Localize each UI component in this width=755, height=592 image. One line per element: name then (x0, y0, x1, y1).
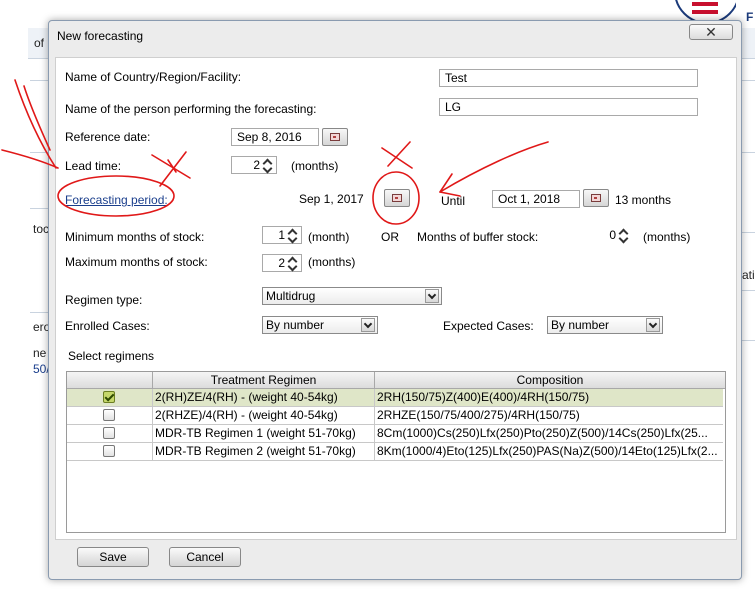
forecast-form: Name of Country/Region/Facility: Test Na… (55, 57, 737, 345)
select-regimens-title: Select regimens (68, 349, 155, 363)
stepper-arrows-icon[interactable] (287, 255, 299, 271)
regimen-type-label: Regimen type: (65, 293, 143, 307)
new-forecasting-dialog: New forecasting ✕ Name of Country/Region… (48, 20, 742, 580)
until-label: Until (441, 194, 466, 208)
max-stock-unit: (months) (308, 255, 356, 269)
stepper-arrows-icon[interactable] (287, 227, 299, 243)
period-end-calendar-button[interactable] (583, 189, 609, 207)
regimen-composition: 8Cm(1000)Cs(250)Lfx(250)Pto(250)Z(500)/1… (377, 426, 708, 440)
regimen-name: MDR-TB Regimen 2 (weight 51-70kg) (153, 443, 375, 460)
close-button[interactable]: ✕ (689, 24, 733, 40)
period-end-field[interactable]: Oct 1, 2018 (492, 190, 580, 208)
regimens-table: Treatment Regimen Composition 2(RH)ZE/4(… (66, 371, 726, 533)
calendar-icon (591, 194, 601, 202)
calendar-icon (392, 194, 402, 202)
reference-date-field[interactable]: Sep 8, 2016 (231, 128, 319, 146)
min-stock-value: 1 (278, 228, 285, 242)
enrolled-cases-select[interactable]: By number (262, 316, 378, 334)
regimen-checkbox[interactable] (103, 409, 115, 421)
expected-cases-label: Expected Cases: (443, 319, 534, 333)
treatment-regimen-header[interactable]: Treatment Regimen (153, 372, 375, 389)
enrolled-cases-label: Enrolled Cases: (65, 319, 150, 333)
table-row[interactable]: MDR-TB Regimen 2 (weight 51-70kg) 8Km(10… (67, 443, 723, 461)
regimen-composition: 2RHZE(150/75/400/275)/4RH(150/75) (377, 408, 580, 422)
or-label: OR (381, 230, 399, 244)
period-start-calendar-button[interactable] (384, 189, 410, 207)
buffer-stock-unit: (months) (643, 230, 691, 244)
period-months-label: 13 months (615, 193, 672, 207)
max-stock-stepper[interactable]: 2 (262, 254, 302, 272)
calendar-icon (330, 133, 340, 141)
expected-cases-select[interactable]: By number (547, 316, 663, 334)
period-start-field[interactable]: Sep 1, 2017 (293, 190, 373, 208)
seal-logo (674, 0, 736, 20)
regimen-checkbox[interactable] (103, 391, 115, 403)
lead-time-unit: (months) (291, 159, 339, 173)
regimen-name: 2(RHZE)/4(RH) - (weight 40-54kg) (153, 407, 375, 424)
lead-time-label: Lead time: (65, 159, 122, 173)
forecasting-period-link[interactable]: Forecasting period: (65, 193, 168, 207)
save-button[interactable]: Save (77, 547, 149, 567)
max-stock-value: 2 (278, 256, 285, 270)
table-row[interactable]: MDR-TB Regimen 1 (weight 51-70kg) 8Cm(10… (67, 425, 723, 443)
background-text: of (34, 36, 45, 50)
person-field[interactable]: LG (439, 98, 698, 116)
lead-time-stepper[interactable]: 2 (231, 156, 277, 174)
cancel-button[interactable]: Cancel (169, 547, 241, 567)
expected-cases-value: By number (551, 318, 610, 332)
background-text: ne (33, 346, 47, 360)
dialog-titlebar[interactable]: New forecasting ✕ (49, 21, 741, 49)
reference-date-calendar-button[interactable] (322, 128, 348, 146)
buffer-stock-value: 0 (609, 228, 616, 242)
lead-time-value: 2 (253, 158, 260, 172)
country-label: Name of Country/Region/Facility: (65, 70, 242, 84)
regimen-checkbox[interactable] (103, 445, 115, 457)
stepper-arrows-icon[interactable] (618, 227, 630, 243)
checkbox-column-header[interactable] (67, 372, 153, 389)
background-text: F (746, 10, 754, 24)
regimen-composition: 8Km(1000/4)Eto(125)Lfx(250)PAS(Na)Z(500)… (377, 444, 718, 458)
regimen-type-select[interactable]: Multidrug (262, 287, 442, 305)
composition-header[interactable]: Composition (375, 372, 725, 389)
background-text: toc (33, 222, 50, 236)
country-field[interactable]: Test (439, 69, 698, 87)
background-text: ati (742, 268, 755, 282)
buffer-stock-label: Months of buffer stock: (417, 230, 539, 244)
chevron-down-icon (361, 318, 375, 332)
regimen-type-value: Multidrug (266, 289, 316, 303)
reference-date-label: Reference date: (65, 130, 151, 144)
stepper-arrows-icon[interactable] (262, 157, 274, 173)
regimen-name: 2(RH)ZE/4(RH) - (weight 40-54kg) (153, 389, 375, 406)
max-stock-label: Maximum months of stock: (65, 255, 208, 269)
min-stock-stepper[interactable]: 1 (262, 226, 302, 244)
enrolled-cases-value: By number (266, 318, 325, 332)
regimen-checkbox[interactable] (103, 427, 115, 439)
dialog-button-bar: Save Cancel (49, 539, 741, 579)
person-label: Name of the person performing the foreca… (65, 102, 317, 116)
regimen-composition: 2RH(150/75)Z(400)E(400)/4RH(150/75) (377, 390, 590, 404)
min-stock-label: Minimum months of stock: (65, 230, 205, 244)
regimen-name: MDR-TB Regimen 1 (weight 51-70kg) (153, 425, 375, 442)
chevron-down-icon (646, 318, 660, 332)
buffer-stock-stepper[interactable]: 0 (593, 226, 633, 244)
chevron-down-icon (425, 289, 439, 303)
close-icon: ✕ (705, 24, 717, 40)
dialog-title: New forecasting (57, 29, 144, 43)
regimens-panel: Select regimens Treatment Regimen Compos… (55, 341, 737, 540)
table-row[interactable]: 2(RHZE)/4(RH) - (weight 40-54kg) 2RHZE(1… (67, 407, 723, 425)
min-stock-unit: (month) (308, 230, 350, 244)
table-row[interactable]: 2(RH)ZE/4(RH) - (weight 40-54kg) 2RH(150… (67, 389, 723, 407)
